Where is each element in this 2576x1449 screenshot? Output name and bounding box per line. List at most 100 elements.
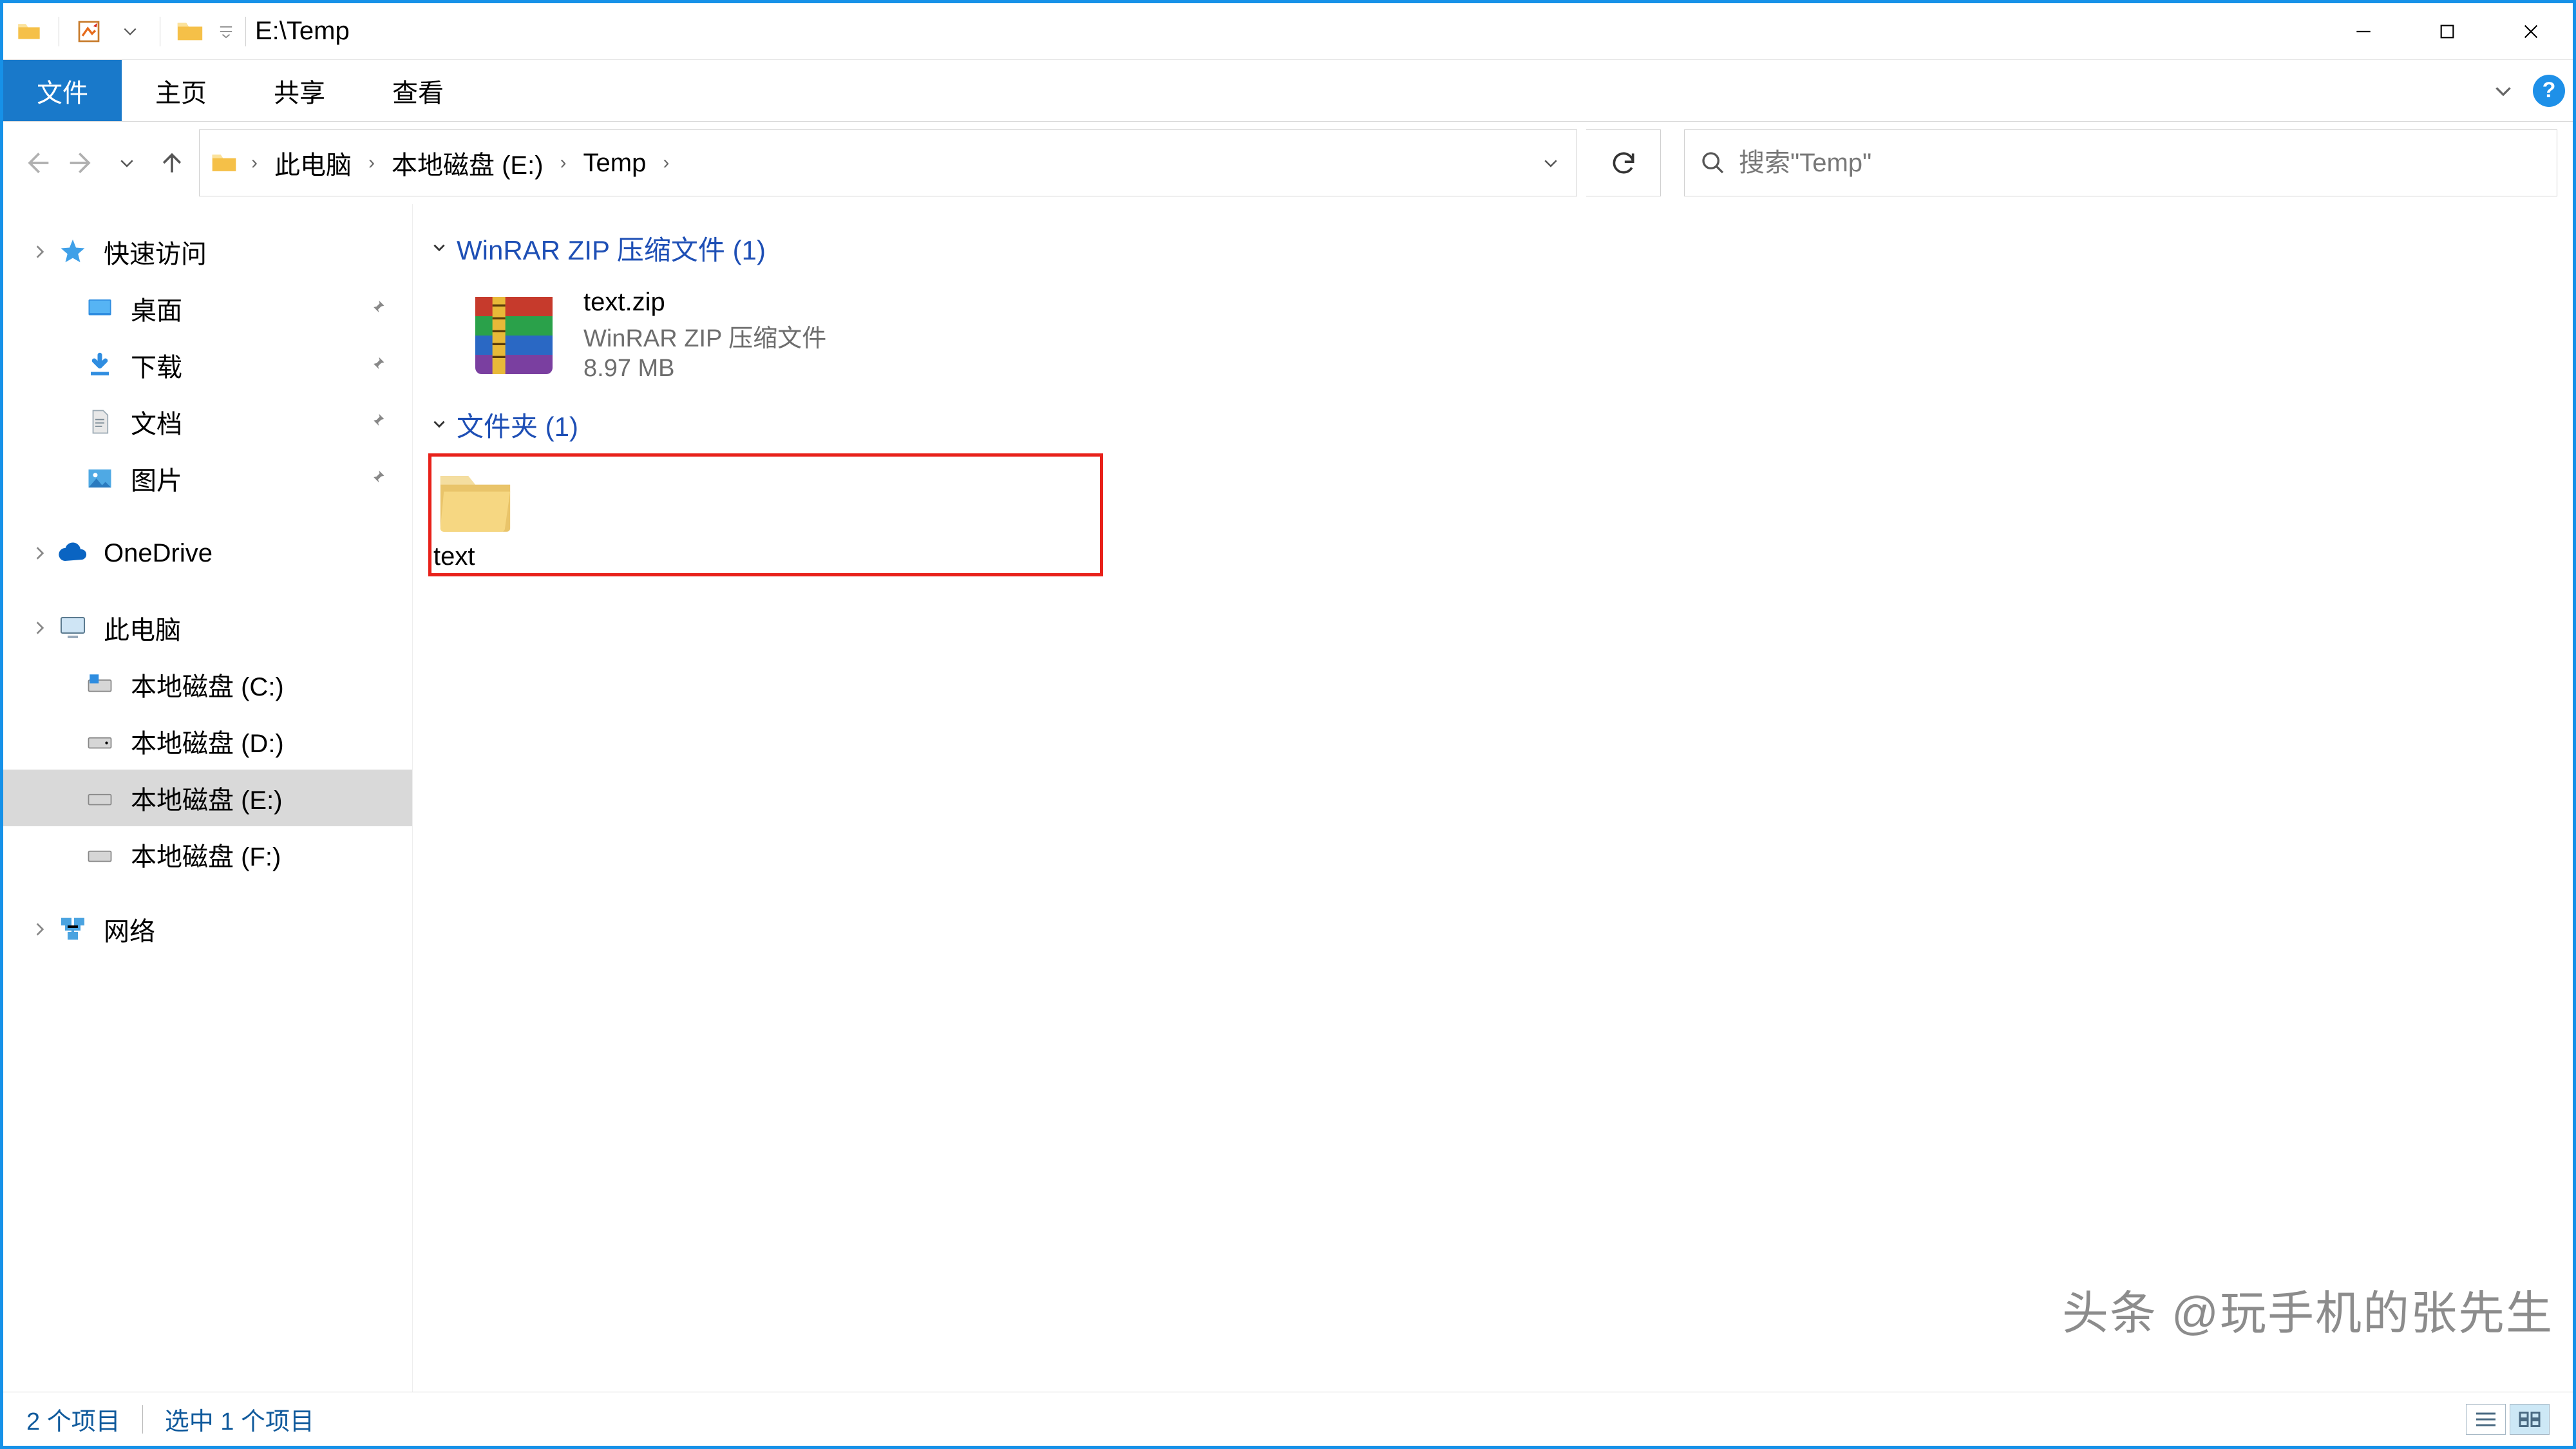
history-dropdown[interactable] xyxy=(109,145,145,181)
group-header-label: 文件夹 (1) xyxy=(457,405,578,444)
document-icon xyxy=(84,406,115,437)
file-details: text.zip WinRAR ZIP 压缩文件 8.97 MB xyxy=(583,288,826,383)
network-icon xyxy=(57,914,88,945)
pin-icon xyxy=(368,412,389,432)
status-selected-count: 选中 1 个项目 xyxy=(165,1401,314,1437)
forward-button[interactable] xyxy=(64,145,100,181)
chevron-right-icon[interactable] xyxy=(29,918,51,940)
ribbon-tabs: 文件 主页 共享 查看 ? xyxy=(3,60,2573,122)
breadcrumb-drive-e[interactable]: 本地磁盘 (E:) xyxy=(388,144,547,182)
watermark-text: 头条 @玩手机的张先生 xyxy=(2062,1275,2553,1343)
view-large-icons-button[interactable] xyxy=(2510,1404,2550,1435)
explorer-window: E:\Temp 文件 主页 共享 查看 ? › 此电脑 xyxy=(0,0,2576,1449)
properties-icon[interactable] xyxy=(73,16,104,47)
address-dropdown-icon[interactable] xyxy=(1535,147,1566,178)
sidebar-drive-e[interactable]: 本地磁盘 (E:) xyxy=(3,770,412,826)
winrar-icon xyxy=(460,282,567,388)
title-bar: E:\Temp xyxy=(3,3,2573,60)
sidebar-network[interactable]: 网络 xyxy=(3,901,412,958)
file-item-text-folder[interactable]: text xyxy=(433,459,517,571)
sidebar-onedrive[interactable]: OneDrive xyxy=(3,525,412,582)
separator xyxy=(245,17,246,46)
sidebar-item-pictures[interactable]: 图片 xyxy=(3,450,412,507)
refresh-button[interactable] xyxy=(1586,129,1661,196)
computer-icon xyxy=(57,612,88,643)
sidebar-item-label: OneDrive xyxy=(104,539,213,568)
window-controls xyxy=(2322,3,2573,59)
tab-view[interactable]: 查看 xyxy=(359,60,477,121)
qat-chevron-down-icon[interactable] xyxy=(115,16,146,47)
drive-icon xyxy=(84,839,115,870)
help-button[interactable]: ? xyxy=(2533,75,2565,107)
cloud-icon xyxy=(57,538,88,569)
view-details-button[interactable] xyxy=(2466,1404,2506,1435)
desktop-icon xyxy=(84,293,115,324)
tab-home[interactable]: 主页 xyxy=(122,60,240,121)
drive-icon xyxy=(84,782,115,813)
sidebar-quick-access[interactable]: 快速访问 xyxy=(3,223,412,280)
chevron-down-icon[interactable] xyxy=(431,240,449,258)
chevron-right-icon[interactable] xyxy=(29,542,51,564)
file-details: text xyxy=(433,542,517,571)
status-bar: 2 个项目 选中 1 个项目 xyxy=(3,1392,2573,1446)
group-header-label: WinRAR ZIP 压缩文件 (1) xyxy=(457,229,766,268)
group-header-zip[interactable]: WinRAR ZIP 压缩文件 (1) xyxy=(431,229,2566,268)
content-pane: WinRAR ZIP 压缩文件 (1) xyxy=(413,204,2573,1392)
sidebar-item-downloads[interactable]: 下载 xyxy=(3,337,412,393)
sidebar-item-label: 图片 xyxy=(131,460,182,497)
body: 快速访问 桌面 下载 文档 xyxy=(3,204,2573,1392)
address-bar[interactable]: › 此电脑 › 本地磁盘 (E:) › Temp › xyxy=(199,129,1577,196)
close-button[interactable] xyxy=(2489,3,2573,59)
file-item-text-zip[interactable]: text.zip WinRAR ZIP 压缩文件 8.97 MB xyxy=(455,277,1112,393)
file-item-text-folder-highlight: text xyxy=(428,453,1103,576)
folder-app-icon xyxy=(175,16,205,47)
chevron-right-icon[interactable]: › xyxy=(359,152,384,174)
search-input[interactable] xyxy=(1739,149,2541,178)
sidebar-item-label: 此电脑 xyxy=(104,609,181,647)
tab-share[interactable]: 共享 xyxy=(240,60,359,121)
status-item-count: 2 个项目 xyxy=(26,1401,120,1437)
group-header-folder[interactable]: 文件夹 (1) xyxy=(431,405,2566,444)
chevron-right-icon[interactable]: › xyxy=(551,152,576,174)
pin-icon xyxy=(368,468,389,489)
sidebar-drive-d[interactable]: 本地磁盘 (D:) xyxy=(3,713,412,770)
chevron-down-icon[interactable] xyxy=(431,416,449,434)
tab-file[interactable]: 文件 xyxy=(3,60,122,121)
breadcrumb-temp[interactable]: Temp xyxy=(580,149,650,178)
search-icon xyxy=(1700,150,1726,176)
sidebar-item-desktop[interactable]: 桌面 xyxy=(3,280,412,337)
ribbon-expand-icon[interactable] xyxy=(2485,73,2521,109)
navigation-bar: › 此电脑 › 本地磁盘 (E:) › Temp › xyxy=(3,122,2573,204)
download-icon xyxy=(84,350,115,381)
drive-windows-icon xyxy=(84,669,115,700)
chevron-right-icon[interactable] xyxy=(29,617,51,639)
up-button[interactable] xyxy=(154,145,190,181)
separator xyxy=(142,1405,143,1434)
chevron-right-icon[interactable]: › xyxy=(654,152,678,174)
sidebar-item-label: 下载 xyxy=(131,346,182,384)
sidebar-item-label: 桌面 xyxy=(131,290,182,327)
sidebar-item-label: 网络 xyxy=(104,911,155,948)
sidebar-item-label: 快速访问 xyxy=(104,233,207,270)
search-box[interactable] xyxy=(1684,129,2557,196)
back-button[interactable] xyxy=(19,145,55,181)
qat-dropdown-icon[interactable] xyxy=(216,16,236,47)
chevron-right-icon[interactable]: › xyxy=(242,152,267,174)
maximize-button[interactable] xyxy=(2405,3,2489,59)
sidebar-drive-f[interactable]: 本地磁盘 (F:) xyxy=(3,826,412,883)
sidebar-item-label: 本地磁盘 (C:) xyxy=(131,666,284,703)
chevron-right-icon[interactable] xyxy=(29,241,51,263)
sidebar-this-pc[interactable]: 此电脑 xyxy=(3,600,412,656)
sidebar-item-label: 本地磁盘 (F:) xyxy=(131,836,281,873)
sidebar-item-label: 本地磁盘 (D:) xyxy=(131,723,284,760)
folder-small-icon xyxy=(14,16,44,47)
sidebar-item-label: 本地磁盘 (E:) xyxy=(131,779,283,817)
file-name: text.zip xyxy=(583,288,826,317)
breadcrumb-this-pc[interactable]: 此电脑 xyxy=(270,144,355,182)
drive-icon xyxy=(84,726,115,757)
navigation-pane: 快速访问 桌面 下载 文档 xyxy=(3,204,413,1392)
sidebar-drive-c[interactable]: 本地磁盘 (C:) xyxy=(3,656,412,713)
pin-icon xyxy=(368,298,389,319)
minimize-button[interactable] xyxy=(2322,3,2405,59)
sidebar-item-documents[interactable]: 文档 xyxy=(3,393,412,450)
